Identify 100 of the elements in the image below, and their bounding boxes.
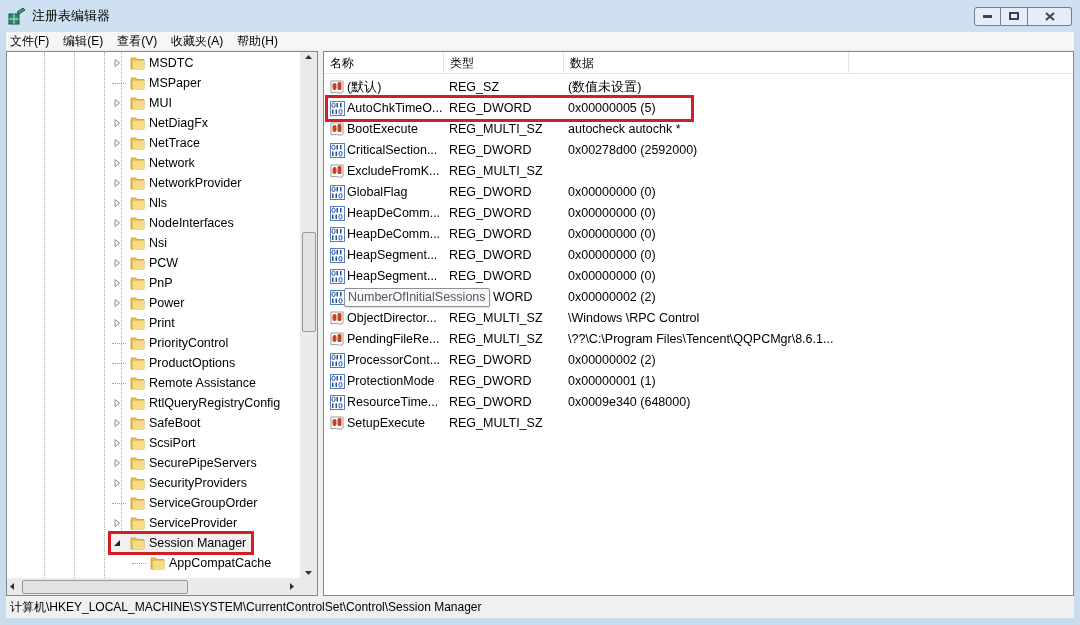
expand-arrow-icon[interactable] bbox=[112, 398, 122, 408]
tree-item[interactable]: PnP bbox=[110, 273, 179, 293]
value-row[interactable]: HeapSegment... REG_DWORD 0x00000000 (0) bbox=[328, 245, 691, 266]
expand-arrow-icon[interactable] bbox=[112, 478, 122, 488]
tree-item[interactable]: NodeInterfaces bbox=[110, 213, 240, 233]
expand-arrow-icon[interactable] bbox=[112, 218, 122, 228]
expand-arrow-icon[interactable] bbox=[112, 298, 122, 308]
expand-arrow-icon[interactable] bbox=[112, 98, 122, 108]
menu-item[interactable]: 编辑(E) bbox=[63, 31, 104, 50]
folder-icon bbox=[130, 456, 145, 470]
value-row[interactable]: ObjectDirector... REG_MULTI_SZ \Windows \RPC Control bbox=[328, 308, 704, 329]
folder-icon bbox=[130, 496, 145, 510]
value-row[interactable]: (默认) REG_SZ (数值未设置) bbox=[328, 77, 691, 98]
close-button[interactable] bbox=[1028, 6, 1072, 26]
column-header[interactable]: 类型 bbox=[444, 52, 564, 73]
tree-item[interactable]: Session Manager bbox=[110, 533, 253, 553]
expand-arrow-icon[interactable] bbox=[112, 318, 122, 328]
tree-item[interactable]: SecurityProviders bbox=[110, 473, 253, 493]
tree-item[interactable]: PCW bbox=[110, 253, 185, 273]
minimize-button[interactable] bbox=[974, 6, 1001, 26]
menu-item[interactable]: 查看(V) bbox=[117, 31, 158, 50]
value-data: 0x00000005 (5) bbox=[567, 100, 656, 118]
tree-item[interactable]: PriorityControl bbox=[110, 333, 235, 353]
expand-arrow-icon[interactable] bbox=[112, 158, 122, 168]
value-row[interactable]: PendingFileRe... REG_MULTI_SZ \??\C:\Program Files\Tencent\QQPCMgr\8.6.1... bbox=[328, 329, 838, 350]
value-type: REG_DWORD bbox=[448, 247, 533, 265]
value-row[interactable]: HeapDeComm... REG_DWORD 0x00000000 (0) bbox=[328, 224, 691, 245]
scroll-right-icon[interactable] bbox=[290, 583, 294, 590]
value-row[interactable]: BootExecute REG_MULTI_SZ autocheck autochk * bbox=[328, 119, 691, 140]
scroll-thumb[interactable] bbox=[22, 579, 188, 594]
string-value-icon bbox=[330, 416, 345, 431]
tree-item[interactable]: ServiceGroupOrder bbox=[110, 493, 264, 513]
value-row[interactable]: SetupExecute REG_MULTI_SZ bbox=[328, 413, 691, 434]
folder-icon bbox=[130, 356, 145, 370]
scroll-thumb[interactable] bbox=[301, 232, 316, 332]
tree-item[interactable]: Print bbox=[110, 313, 181, 333]
folder-icon bbox=[130, 516, 145, 530]
expand-arrow-icon[interactable] bbox=[112, 258, 122, 268]
tree-item[interactable]: Remote Assistance bbox=[110, 373, 262, 393]
value-row[interactable]: ProtectionMode REG_DWORD 0x00000001 (1) bbox=[328, 371, 691, 392]
tree-item[interactable]: Nls bbox=[110, 193, 174, 213]
tree-item[interactable]: Nsi bbox=[110, 233, 174, 253]
tree-item[interactable]: Power bbox=[110, 293, 191, 313]
tree-item[interactable]: Network bbox=[110, 153, 201, 173]
value-row[interactable]: AutoChkTimeO... REG_DWORD 0x00000005 (5) bbox=[328, 98, 691, 119]
value-type: REG_DWORD bbox=[448, 184, 533, 202]
tree-item[interactable]: AppCompatCache bbox=[130, 553, 278, 573]
folder-icon bbox=[130, 76, 145, 90]
expand-arrow-icon[interactable] bbox=[112, 278, 122, 288]
expand-arrow-icon[interactable] bbox=[112, 438, 122, 448]
tree-item[interactable]: MSPaper bbox=[110, 73, 208, 93]
value-row[interactable]: ExcludeFromK... REG_MULTI_SZ bbox=[328, 161, 691, 182]
tree-item[interactable]: SafeBoot bbox=[110, 413, 207, 433]
menu-item[interactable]: 帮助(H) bbox=[237, 31, 278, 50]
expand-arrow-icon[interactable] bbox=[112, 178, 122, 188]
expand-arrow-icon[interactable] bbox=[112, 458, 122, 468]
expand-arrow-icon[interactable] bbox=[112, 518, 122, 528]
horizontal-scrollbar[interactable] bbox=[7, 578, 317, 595]
value-name: HeapDeComm... bbox=[347, 226, 441, 244]
tree-item[interactable]: ServiceProvider bbox=[110, 513, 244, 533]
binary-value-icon bbox=[330, 395, 345, 410]
tree-item[interactable]: ProductOptions bbox=[110, 353, 242, 373]
menu-item[interactable]: 收藏夹(A) bbox=[171, 31, 224, 50]
binary-value-icon bbox=[330, 185, 345, 200]
scroll-up-icon[interactable] bbox=[305, 55, 312, 59]
expand-arrow-icon[interactable] bbox=[112, 138, 122, 148]
expand-arrow-icon[interactable] bbox=[112, 418, 122, 428]
tree-item[interactable]: MSDTC bbox=[110, 53, 200, 73]
vertical-scrollbar[interactable] bbox=[300, 52, 317, 578]
value-row[interactable]: GlobalFlag REG_DWORD 0x00000000 (0) bbox=[328, 182, 691, 203]
expand-arrow-icon[interactable] bbox=[112, 198, 122, 208]
value-row[interactable]: ResourceTime... REG_DWORD 0x0009e340 (648000) bbox=[328, 392, 695, 413]
scroll-down-icon[interactable] bbox=[305, 571, 312, 575]
value-type: REG_DWORD bbox=[448, 142, 533, 160]
tree-item[interactable]: SecurePipeServers bbox=[110, 453, 263, 473]
expand-arrow-icon[interactable] bbox=[112, 58, 122, 68]
tree-item[interactable]: NetworkProvider bbox=[110, 173, 248, 193]
tree-item[interactable]: RtlQueryRegistryConfig bbox=[110, 393, 287, 413]
value-row[interactable]: ProcessorCont... REG_DWORD 0x00000002 (2) bbox=[328, 350, 691, 371]
column-header[interactable]: 数据 bbox=[564, 52, 849, 73]
tree-item[interactable]: NetTrace bbox=[110, 133, 206, 153]
value-row[interactable]: CriticalSection... REG_DWORD 0x00278d00 (2592000) bbox=[328, 140, 702, 161]
expand-arrow-icon[interactable] bbox=[112, 118, 122, 128]
value-row[interactable]: HeapSegment... REG_DWORD 0x00000000 (0) bbox=[328, 266, 691, 287]
value-row[interactable]: HeapDeComm... REG_DWORD 0x00000000 (0) bbox=[328, 203, 691, 224]
value-name: ProtectionMode bbox=[347, 373, 435, 391]
tooltip: NumberOfInitialSessions bbox=[344, 288, 490, 307]
scroll-left-icon[interactable] bbox=[10, 583, 14, 590]
collapse-arrow-icon[interactable] bbox=[112, 538, 122, 548]
tree-item[interactable]: NetDiagFx bbox=[110, 113, 215, 133]
menu-item[interactable]: 文件(F) bbox=[10, 31, 50, 50]
value-row[interactable]: NumberOfInitialSessions WORD 0x00000002 (2) bbox=[328, 287, 691, 308]
expand-arrow-icon[interactable] bbox=[112, 238, 122, 248]
value-name: (默认) bbox=[347, 79, 382, 97]
value-data: 0x00000000 (0) bbox=[567, 184, 656, 202]
column-header[interactable]: 名称 bbox=[324, 52, 444, 73]
folder-icon bbox=[130, 136, 145, 150]
tree-item[interactable]: ScsiPort bbox=[110, 433, 202, 453]
tree-item[interactable]: MUI bbox=[110, 93, 178, 113]
maximize-button[interactable] bbox=[1001, 6, 1028, 26]
